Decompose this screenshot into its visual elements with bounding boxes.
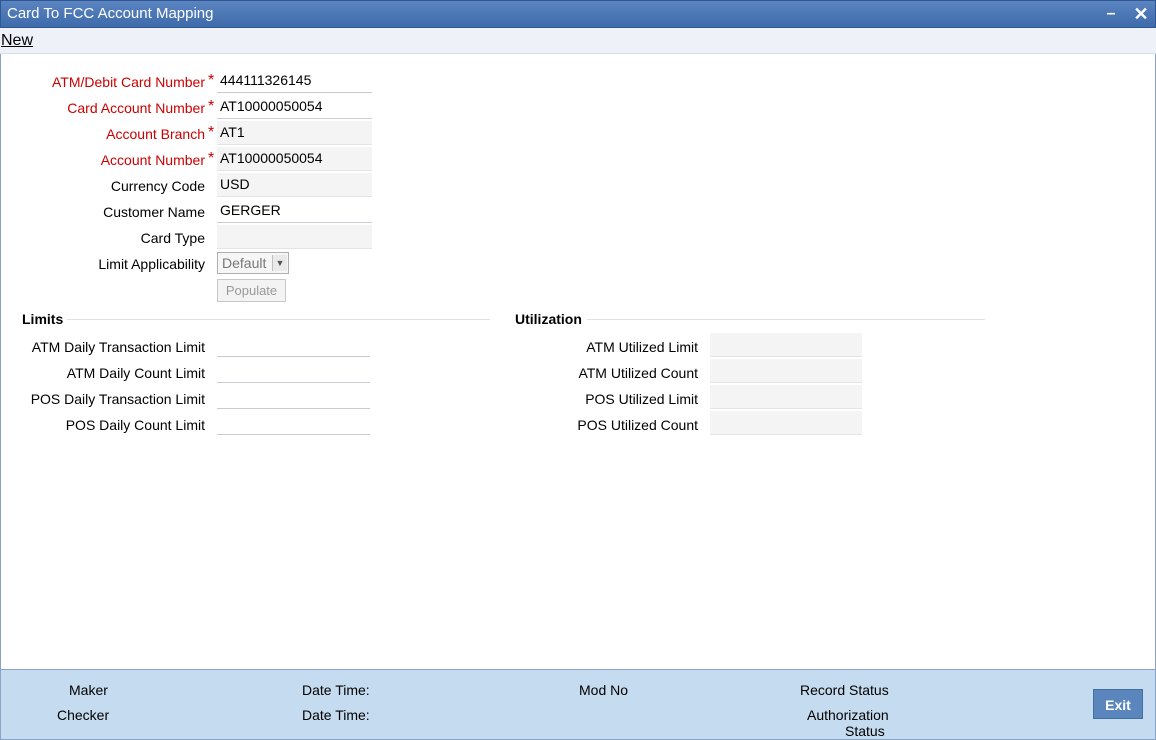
checker-date-time-label: Date Time: [302,707,370,723]
atm-daily-txn-limit-label: ATM Daily Transaction Limit [31,339,205,355]
mod-no-label: Mod No [579,682,629,698]
atm-card-number-field[interactable]: 444111326145 [217,69,372,93]
card-type-label: Card Type [140,230,205,246]
customer-name-label: Customer Name [103,204,205,220]
card-account-number-field[interactable]: AT10000050054 [217,95,372,119]
checker-label: Checker [57,707,110,723]
customer-name-field[interactable]: GERGER [217,199,372,223]
account-number-label: Account Number [100,152,205,168]
required-marker: * [208,124,215,141]
card-account-number-label: Card Account Number [67,100,205,116]
required-marker: * [208,98,215,115]
atm-daily-count-limit-label: ATM Daily Count Limit [66,365,205,381]
authorization-status-label-line2: Status [845,723,885,739]
atm-utilized-limit-label: ATM Utilized Limit [586,339,698,355]
chevron-down-icon[interactable]: ▼ [272,255,287,271]
pos-daily-txn-limit-field[interactable] [217,385,370,409]
required-marker: * [208,150,215,167]
pos-daily-count-limit-label: POS Daily Count Limit [65,417,205,433]
limit-applicability-select[interactable]: Default ▼ [217,252,289,274]
new-menu-item[interactable]: New [1,32,33,50]
menu-bar: New [0,28,1156,54]
atm-utilized-count-label: ATM Utilized Count [578,365,698,381]
maker-date-time-label: Date Time: [302,682,370,698]
pos-utilized-count-label: POS Utilized Count [577,417,698,433]
currency-code-field: USD [217,173,372,197]
pos-utilized-limit-label: POS Utilized Limit [585,391,698,407]
limit-applicability-label: Limit Applicability [98,256,205,272]
required-marker: * [208,72,215,89]
limits-heading: Limits [22,311,64,327]
pos-utilized-limit-field [710,385,862,409]
exit-button[interactable]: Exit [1093,689,1143,719]
authorization-status-label: Authorization [807,707,889,723]
audit-footer: Maker Checker Date Time: Date Time: Mod … [0,669,1156,740]
form-area: ATM/Debit Card Number * 444111326145 Car… [0,54,1156,669]
populate-button[interactable]: Populate [217,279,286,302]
pos-daily-txn-limit-label: POS Daily Transaction Limit [30,391,205,407]
account-number-field: AT10000050054 [217,147,372,171]
pos-utilized-count-field [710,411,862,435]
record-status-label: Record Status [800,682,889,698]
currency-code-label: Currency Code [110,178,205,194]
atm-card-number-label: ATM/Debit Card Number [51,74,205,90]
atm-utilized-limit-field [710,333,862,357]
atm-daily-count-limit-field[interactable] [217,359,370,383]
close-icon[interactable]: ✕ [1131,4,1151,24]
utilization-divider [587,319,985,320]
account-branch-label: Account Branch [106,126,205,142]
minimize-icon[interactable]: – [1101,4,1121,24]
title-bar: Card To FCC Account Mapping – ✕ [0,0,1156,28]
window-title: Card To FCC Account Mapping [7,5,214,22]
account-branch-field: AT1 [217,121,372,145]
card-type-field [217,225,372,249]
limit-applicability-value: Default [222,255,267,271]
limits-divider [67,319,490,320]
utilization-heading: Utilization [515,311,582,327]
atm-utilized-count-field [710,359,862,383]
atm-daily-txn-limit-field[interactable] [217,333,370,357]
pos-daily-count-limit-field[interactable] [217,411,370,435]
maker-label: Maker [69,682,108,698]
